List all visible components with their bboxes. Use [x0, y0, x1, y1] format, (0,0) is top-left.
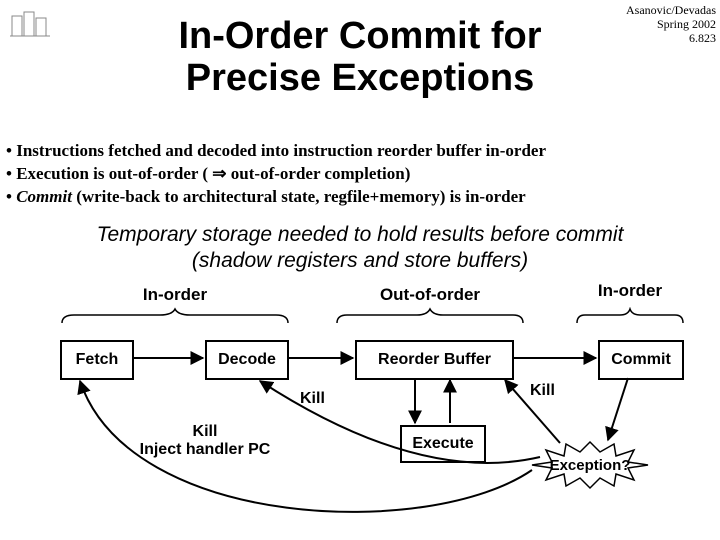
box-execute: Execute	[400, 425, 486, 463]
page-title: In-Order Commit for Precise Exceptions	[0, 16, 720, 100]
kill-label-reorder: Kill	[530, 382, 555, 400]
box-commit: Commit	[598, 340, 684, 380]
stage-label-in-order-right: In-order	[580, 281, 680, 301]
temp-storage-note: Temporary storage needed to hold results…	[0, 222, 720, 275]
exception-burst: Exception?	[530, 440, 650, 490]
bullet-list: • Instructions fetched and decoded into …	[6, 140, 714, 209]
stage-label-in-order-left: In-order	[125, 285, 225, 305]
bullet-1: • Instructions fetched and decoded into …	[6, 140, 714, 163]
pipeline-diagram: In-order Out-of-order In-order Fetch Dec…	[0, 285, 720, 535]
diagram-arrows	[0, 285, 720, 535]
box-fetch: Fetch	[60, 340, 134, 380]
brace-right	[575, 307, 685, 325]
brace-left	[60, 307, 290, 325]
stage-label-out-of-order: Out-of-order	[365, 285, 495, 305]
box-decode: Decode	[205, 340, 289, 380]
brace-mid	[335, 307, 525, 325]
inject-label: Kill Inject handler PC	[115, 423, 295, 460]
bullet-3: • Commit (write-back to architectural st…	[6, 186, 714, 209]
bullet-2: • Execution is out-of-order ( ⇒ out-of-o…	[6, 163, 714, 186]
exception-text: Exception?	[550, 457, 631, 474]
kill-label-decode: Kill	[300, 390, 325, 408]
box-reorder: Reorder Buffer	[355, 340, 514, 380]
